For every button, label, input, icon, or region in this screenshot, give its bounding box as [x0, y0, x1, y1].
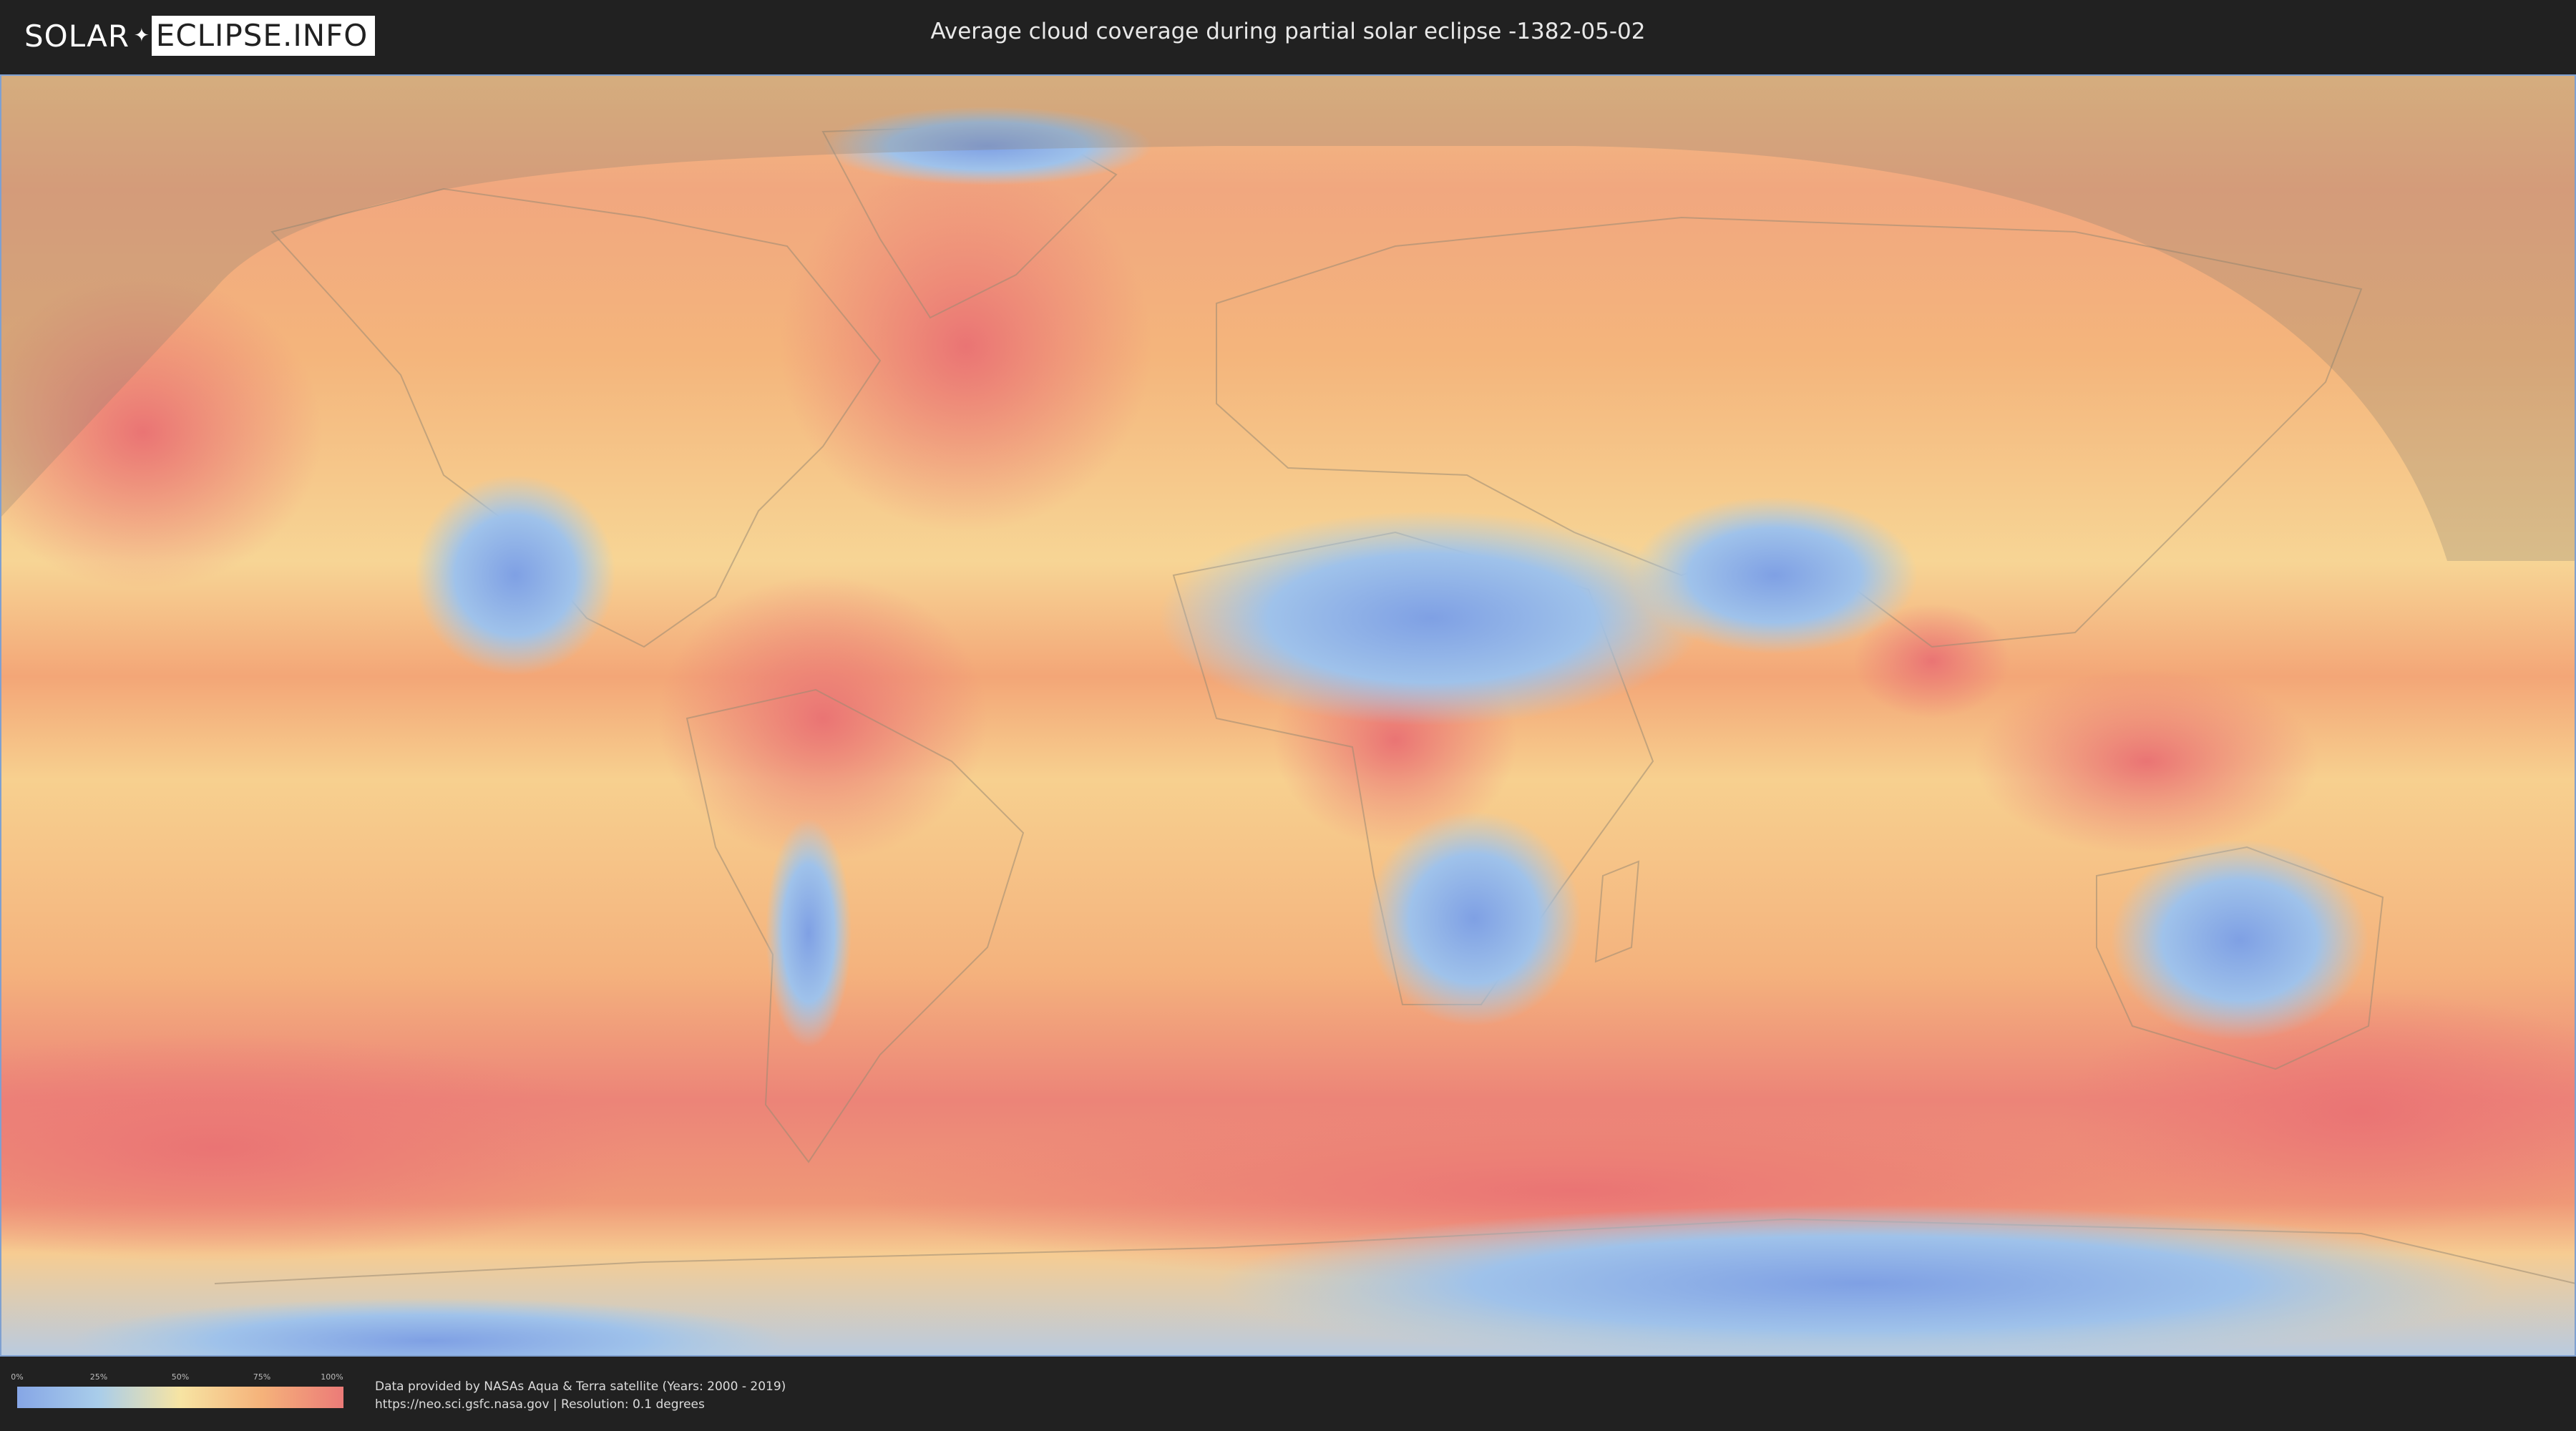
credit-resolution[interactable]: https://neo.sci.gsfc.nasa.gov | Resoluti… [375, 1396, 786, 1414]
cloud-coverage-map[interactable] [0, 74, 2576, 1357]
header-bar: SOLAR ✦ ECLIPSE.INFO Average cloud cover… [0, 0, 2576, 72]
footer-bar: 0% 25% 50% 75% 100% Data provided by NAS… [0, 1357, 2576, 1431]
legend-tick: 25% [89, 1372, 108, 1382]
legend-tick: 50% [171, 1372, 190, 1382]
data-credits: Data provided by NASAs Aqua & Terra sate… [375, 1378, 786, 1414]
credit-source: Data provided by NASAs Aqua & Terra sate… [375, 1379, 786, 1394]
coverage-legend: 0% 25% 50% 75% 100% [11, 1372, 343, 1412]
legend-tick: 0% [11, 1372, 24, 1382]
page-title: Average cloud coverage during partial so… [930, 19, 1646, 44]
legend-tick: 75% [253, 1372, 271, 1382]
legend-color-bar [17, 1387, 343, 1408]
legend-tick: 100% [321, 1372, 343, 1382]
